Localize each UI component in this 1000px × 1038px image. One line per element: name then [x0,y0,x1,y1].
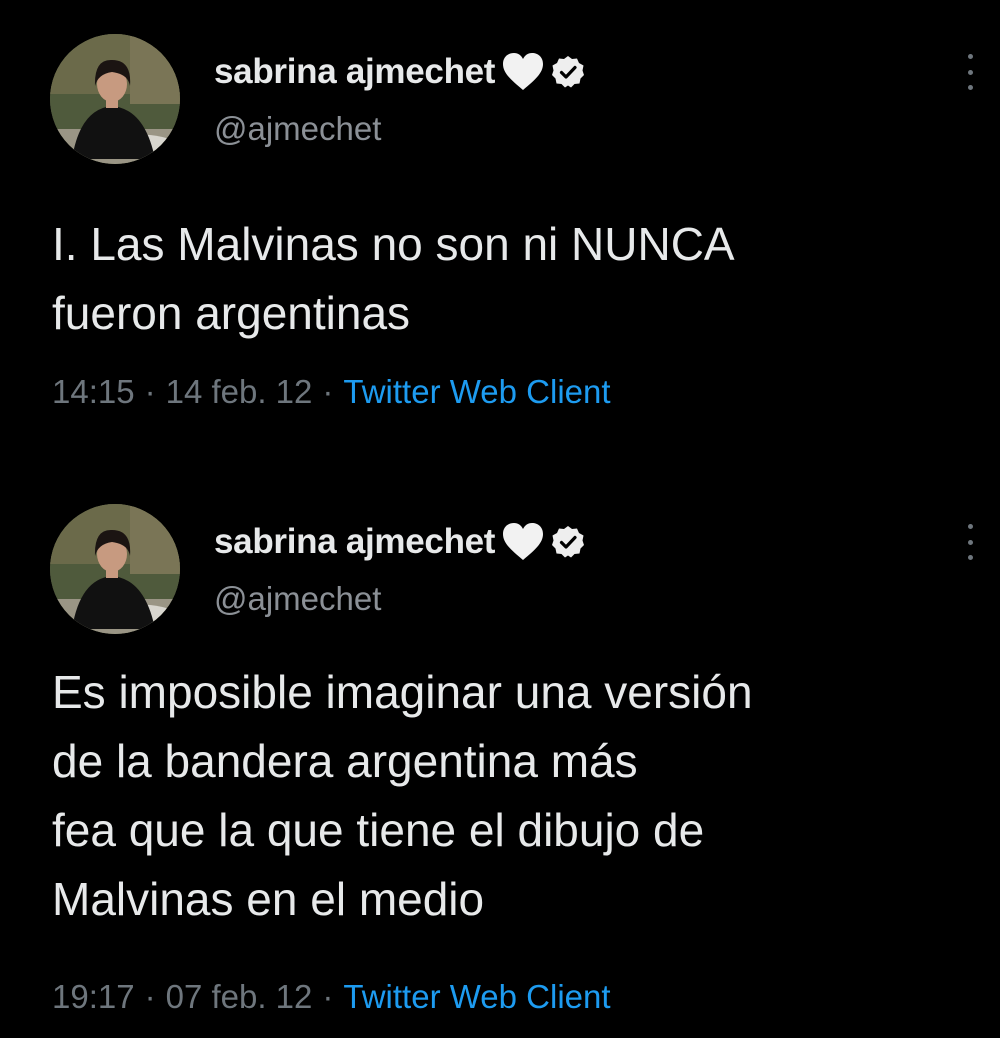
white-heart-icon [501,52,545,92]
tweet-date[interactable]: 14 feb. 12 [166,373,313,410]
author-name-row[interactable]: sabrina ajmechet [214,50,585,94]
avatar[interactable] [50,504,180,634]
tweet-time[interactable]: 14:15 [52,373,135,410]
display-name[interactable]: sabrina ajmechet [214,52,495,92]
tweet[interactable]: sabrina ajmechet @ajmechet Es imposible … [0,470,1000,1038]
tweet-text-line: fueron argentinas [52,287,411,339]
tweet[interactable]: sabrina ajmechet @ajmechet I. Las Malvin… [0,0,1000,440]
avatar-photo [50,34,180,164]
more-options-icon[interactable] [962,52,978,92]
tweet-text: I. Las Malvinas no son ni NUNCA fueron a… [52,210,982,348]
tweet-text-line: Malvinas en el medio [52,873,485,925]
tweet-text-line: de la bandera argentina más [52,735,638,787]
verified-badge-icon [551,55,585,89]
more-options-icon[interactable] [962,522,978,562]
tweet-text-line: I. Las Malvinas no son ni NUNCA [52,218,735,270]
separator: · [322,373,334,410]
source-client-link[interactable]: Twitter Web Client [343,373,610,410]
tweet-time[interactable]: 19:17 [52,978,135,1015]
separator: · [144,978,156,1015]
tweet-text-line: fea que la que tiene el dibujo de [52,804,705,856]
display-name[interactable]: sabrina ajmechet [214,522,495,562]
tweet-meta: 19:17 · 07 feb. 12 · Twitter Web Client [52,978,611,1016]
tweet-meta: 14:15 · 14 feb. 12 · Twitter Web Client [52,373,611,411]
avatar-photo [50,504,180,634]
user-handle[interactable]: @ajmechet [214,110,381,148]
tweet-text: Es imposible imaginar una versión de la … [52,658,982,934]
tweet-date[interactable]: 07 feb. 12 [166,978,313,1015]
verified-badge-icon [551,525,585,559]
separator: · [144,373,156,410]
avatar[interactable] [50,34,180,164]
author-name-row[interactable]: sabrina ajmechet [214,520,585,564]
separator: · [322,978,334,1015]
white-heart-icon [501,522,545,562]
tweet-text-line: Es imposible imaginar una versión [52,666,753,718]
user-handle[interactable]: @ajmechet [214,580,381,618]
source-client-link[interactable]: Twitter Web Client [343,978,610,1015]
